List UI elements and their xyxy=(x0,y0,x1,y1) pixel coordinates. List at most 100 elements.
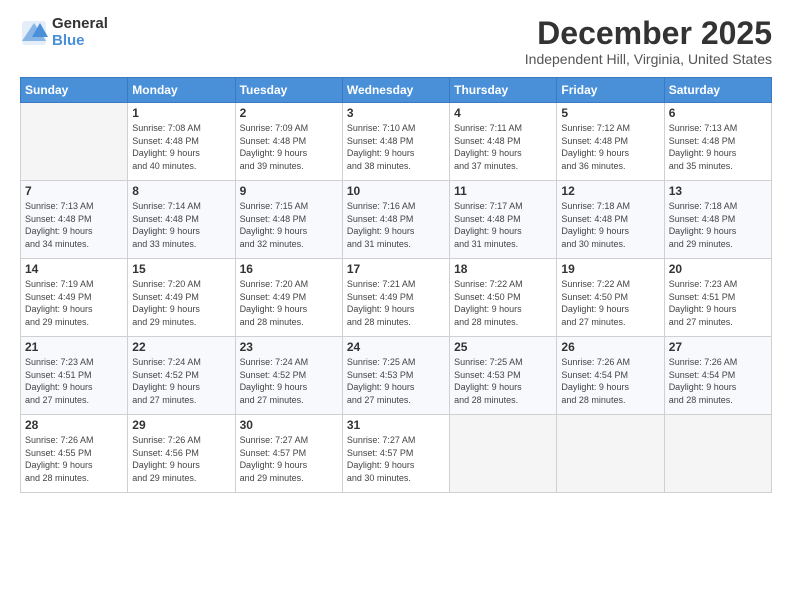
day-cell xyxy=(21,103,128,181)
day-cell: 9 Sunrise: 7:15 AM Sunset: 4:48 PM Daylig… xyxy=(235,181,342,259)
day-cell: 4Sunrise: 7:11 AM Sunset: 4:48 PM Daylig… xyxy=(450,103,557,181)
day-number: 23 xyxy=(240,340,338,354)
day-cell: 13Sunrise: 7:18 AM Sunset: 4:48 PM Dayli… xyxy=(664,181,771,259)
day-number: 27 xyxy=(669,340,767,354)
day-number: 28 xyxy=(25,418,123,432)
day-number: 26 xyxy=(561,340,659,354)
col-tuesday: Tuesday xyxy=(235,78,342,103)
day-info: Sunrise: 7:10 AM Sunset: 4:48 PM Dayligh… xyxy=(347,122,445,172)
day-info: Sunrise: 7:25 AM Sunset: 4:53 PM Dayligh… xyxy=(454,356,552,406)
col-wednesday: Wednesday xyxy=(342,78,449,103)
title-area: December 2025 Independent Hill, Virginia… xyxy=(525,16,772,67)
day-cell: 30Sunrise: 7:27 AM Sunset: 4:57 PM Dayli… xyxy=(235,415,342,493)
day-info: Sunrise: 7:17 AM Sunset: 4:48 PM Dayligh… xyxy=(454,200,552,250)
day-number: 3 xyxy=(347,106,445,120)
col-monday: Monday xyxy=(128,78,235,103)
day-info: Sunrise: 7:20 AM Sunset: 4:49 PM Dayligh… xyxy=(240,278,338,328)
day-number: 11 xyxy=(454,184,552,198)
day-info: Sunrise: 7:13 AM Sunset: 4:48 PM Dayligh… xyxy=(669,122,767,172)
day-cell: 23Sunrise: 7:24 AM Sunset: 4:52 PM Dayli… xyxy=(235,337,342,415)
day-cell: 6Sunrise: 7:13 AM Sunset: 4:48 PM Daylig… xyxy=(664,103,771,181)
calendar-table: Sunday Monday Tuesday Wednesday Thursday… xyxy=(20,77,772,493)
day-info: Sunrise: 7:14 AM Sunset: 4:48 PM Dayligh… xyxy=(132,200,230,250)
day-number: 22 xyxy=(132,340,230,354)
day-info: Sunrise: 7:08 AM Sunset: 4:48 PM Dayligh… xyxy=(132,122,230,172)
day-cell: 22 Sunrise: 7:24 AM Sunset: 4:52 PM Dayli… xyxy=(128,337,235,415)
week-row-2: 7 Sunrise: 7:13 AM Sunset: 4:48 PM Daylig… xyxy=(21,181,772,259)
day-cell: 1 Sunrise: 7:08 AM Sunset: 4:48 PM Daylig… xyxy=(128,103,235,181)
day-cell: 5 Sunrise: 7:12 AM Sunset: 4:48 PM Daylig… xyxy=(557,103,664,181)
col-saturday: Saturday xyxy=(664,78,771,103)
day-cell: 10 Sunrise: 7:16 AM Sunset: 4:48 PM Dayli… xyxy=(342,181,449,259)
day-number: 7 xyxy=(25,184,123,198)
day-number: 15 xyxy=(132,262,230,276)
day-number: 14 xyxy=(25,262,123,276)
logo-text: General Blue xyxy=(52,16,108,49)
day-cell: 29Sunrise: 7:26 AM Sunset: 4:56 PM Dayli… xyxy=(128,415,235,493)
day-info: Sunrise: 7:22 AM Sunset: 4:50 PM Dayligh… xyxy=(561,278,659,328)
day-cell: 16Sunrise: 7:20 AM Sunset: 4:49 PM Dayli… xyxy=(235,259,342,337)
day-number: 5 xyxy=(561,106,659,120)
day-info: Sunrise: 7:20 AM Sunset: 4:49 PM Dayligh… xyxy=(132,278,230,328)
header: General Blue December 2025 Independent H… xyxy=(20,16,772,67)
day-info: Sunrise: 7:16 AM Sunset: 4:48 PM Dayligh… xyxy=(347,200,445,250)
day-cell: 31 Sunrise: 7:27 AM Sunset: 4:57 PM Dayli… xyxy=(342,415,449,493)
day-cell: 18Sunrise: 7:22 AM Sunset: 4:50 PM Dayli… xyxy=(450,259,557,337)
day-number: 12 xyxy=(561,184,659,198)
day-number: 31 xyxy=(347,418,445,432)
day-info: Sunrise: 7:12 AM Sunset: 4:48 PM Dayligh… xyxy=(561,122,659,172)
day-number: 21 xyxy=(25,340,123,354)
day-info: Sunrise: 7:22 AM Sunset: 4:50 PM Dayligh… xyxy=(454,278,552,328)
day-cell: 19 Sunrise: 7:22 AM Sunset: 4:50 PM Dayli… xyxy=(557,259,664,337)
day-cell: 15 Sunrise: 7:20 AM Sunset: 4:49 PM Dayli… xyxy=(128,259,235,337)
day-number: 4 xyxy=(454,106,552,120)
week-row-4: 21Sunrise: 7:23 AM Sunset: 4:51 PM Dayli… xyxy=(21,337,772,415)
day-number: 8 xyxy=(132,184,230,198)
day-cell: 11 Sunrise: 7:17 AM Sunset: 4:48 PM Dayli… xyxy=(450,181,557,259)
day-cell: 25 Sunrise: 7:25 AM Sunset: 4:53 PM Dayli… xyxy=(450,337,557,415)
day-cell xyxy=(664,415,771,493)
day-number: 9 xyxy=(240,184,338,198)
day-info: Sunrise: 7:27 AM Sunset: 4:57 PM Dayligh… xyxy=(347,434,445,484)
calendar-header: Sunday Monday Tuesday Wednesday Thursday… xyxy=(21,78,772,103)
location-text: Independent Hill, Virginia, United State… xyxy=(525,51,772,67)
day-number: 20 xyxy=(669,262,767,276)
calendar-body: 1 Sunrise: 7:08 AM Sunset: 4:48 PM Daylig… xyxy=(21,103,772,493)
day-cell: 7 Sunrise: 7:13 AM Sunset: 4:48 PM Daylig… xyxy=(21,181,128,259)
day-cell: 14 Sunrise: 7:19 AM Sunset: 4:49 PM Dayli… xyxy=(21,259,128,337)
logo-general-text: General xyxy=(52,16,108,33)
day-info: Sunrise: 7:09 AM Sunset: 4:48 PM Dayligh… xyxy=(240,122,338,172)
day-info: Sunrise: 7:24 AM Sunset: 4:52 PM Dayligh… xyxy=(132,356,230,406)
day-cell xyxy=(450,415,557,493)
week-row-5: 28 Sunrise: 7:26 AM Sunset: 4:55 PM Dayli… xyxy=(21,415,772,493)
day-info: Sunrise: 7:25 AM Sunset: 4:53 PM Dayligh… xyxy=(347,356,445,406)
day-cell: 2 Sunrise: 7:09 AM Sunset: 4:48 PM Daylig… xyxy=(235,103,342,181)
day-cell: 28 Sunrise: 7:26 AM Sunset: 4:55 PM Dayli… xyxy=(21,415,128,493)
day-info: Sunrise: 7:27 AM Sunset: 4:57 PM Dayligh… xyxy=(240,434,338,484)
day-info: Sunrise: 7:19 AM Sunset: 4:49 PM Dayligh… xyxy=(25,278,123,328)
day-cell: 26Sunrise: 7:26 AM Sunset: 4:54 PM Dayli… xyxy=(557,337,664,415)
week-row-3: 14 Sunrise: 7:19 AM Sunset: 4:49 PM Dayli… xyxy=(21,259,772,337)
day-number: 2 xyxy=(240,106,338,120)
day-info: Sunrise: 7:13 AM Sunset: 4:48 PM Dayligh… xyxy=(25,200,123,250)
day-info: Sunrise: 7:23 AM Sunset: 4:51 PM Dayligh… xyxy=(669,278,767,328)
day-number: 1 xyxy=(132,106,230,120)
day-info: Sunrise: 7:15 AM Sunset: 4:48 PM Dayligh… xyxy=(240,200,338,250)
month-title: December 2025 xyxy=(525,16,772,51)
header-row: Sunday Monday Tuesday Wednesday Thursday… xyxy=(21,78,772,103)
col-friday: Friday xyxy=(557,78,664,103)
day-number: 25 xyxy=(454,340,552,354)
day-number: 10 xyxy=(347,184,445,198)
day-cell xyxy=(557,415,664,493)
day-cell: 20 Sunrise: 7:23 AM Sunset: 4:51 PM Dayli… xyxy=(664,259,771,337)
day-info: Sunrise: 7:18 AM Sunset: 4:48 PM Dayligh… xyxy=(561,200,659,250)
day-info: Sunrise: 7:26 AM Sunset: 4:55 PM Dayligh… xyxy=(25,434,123,484)
day-info: Sunrise: 7:21 AM Sunset: 4:49 PM Dayligh… xyxy=(347,278,445,328)
day-info: Sunrise: 7:26 AM Sunset: 4:54 PM Dayligh… xyxy=(669,356,767,406)
day-cell: 24Sunrise: 7:25 AM Sunset: 4:53 PM Dayli… xyxy=(342,337,449,415)
week-row-1: 1 Sunrise: 7:08 AM Sunset: 4:48 PM Daylig… xyxy=(21,103,772,181)
day-info: Sunrise: 7:26 AM Sunset: 4:56 PM Dayligh… xyxy=(132,434,230,484)
day-number: 19 xyxy=(561,262,659,276)
day-cell: 27 Sunrise: 7:26 AM Sunset: 4:54 PM Dayli… xyxy=(664,337,771,415)
logo: General Blue xyxy=(20,16,108,49)
